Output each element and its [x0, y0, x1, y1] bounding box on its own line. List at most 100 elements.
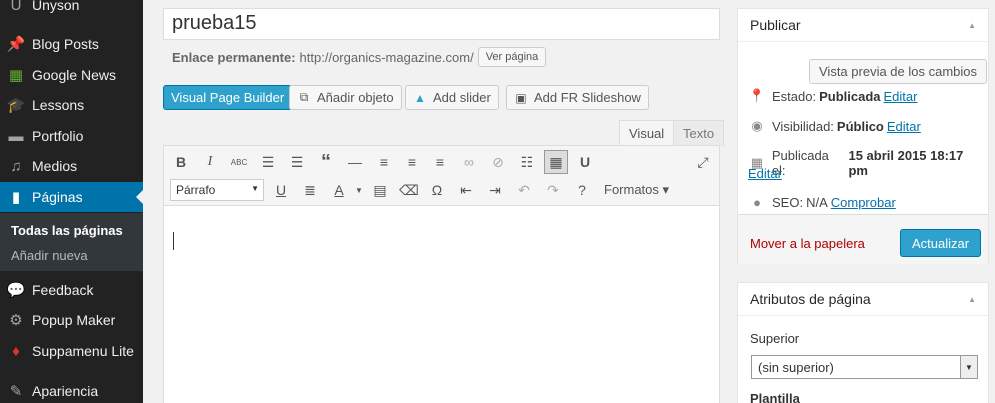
page-attributes-box: Atributos de página ▲ Superior (sin supe…: [737, 282, 989, 403]
menu-label: Apariencia: [32, 383, 99, 399]
format-select-value: Párrafo: [176, 183, 216, 197]
underline-icon[interactable]: U: [269, 178, 293, 202]
menu-item-feedback[interactable]: 💬 Feedback: [0, 275, 143, 305]
slideshow-icon: ▣: [515, 90, 527, 105]
status-label: Estado:: [772, 88, 817, 104]
chevron-down-icon: ▼: [251, 184, 259, 193]
unyson-shortcode-icon[interactable]: U: [573, 150, 597, 174]
fullscreen-icon[interactable]: ⤢: [691, 150, 715, 174]
edit-date-link[interactable]: Editar: [748, 166, 782, 181]
seo-label: SEO:: [772, 195, 804, 210]
menu-item-medios[interactable]: ♫ Medios: [0, 151, 143, 181]
visibility-label: Visibilidad:: [772, 118, 834, 134]
align-left-icon[interactable]: ≡: [372, 150, 396, 174]
tab-visual[interactable]: Visual: [619, 120, 675, 146]
menu-label: Unyson: [32, 0, 80, 13]
add-slider-button[interactable]: ▲ Add slider: [405, 85, 499, 110]
eye-icon: ◉: [751, 118, 763, 133]
collapse-arrow-icon[interactable]: ▲: [968, 21, 976, 30]
strikethrough-icon[interactable]: ABC: [227, 150, 251, 174]
parent-select-value: (sin superior): [758, 360, 834, 375]
popup-icon: ⚙: [9, 312, 23, 329]
template-label: Plantilla: [750, 391, 800, 403]
unlink-icon[interactable]: ⊘: [486, 150, 510, 174]
comment-icon: 💬: [6, 282, 26, 299]
menu-label: Popup Maker: [32, 312, 116, 328]
menu-item-lessons[interactable]: 🎓 Lessons: [0, 90, 143, 120]
read-more-icon[interactable]: ☷: [515, 150, 539, 174]
page-attributes-header[interactable]: Atributos de página ▲: [738, 283, 988, 316]
numbered-list-icon[interactable]: ☰: [285, 150, 309, 174]
toolbar-toggle-icon[interactable]: ▦: [544, 150, 568, 174]
seo-check-link[interactable]: Comprobar: [831, 195, 896, 210]
update-button[interactable]: Actualizar: [900, 229, 982, 257]
menu-item-popup-maker[interactable]: ⚙ Popup Maker: [0, 305, 143, 335]
help-icon[interactable]: ?: [570, 178, 594, 202]
add-fr-slideshow-button[interactable]: ▣ Add FR Slideshow: [506, 85, 649, 110]
publish-box-header[interactable]: Publicar ▲: [738, 9, 988, 42]
parent-label: Superior: [750, 331, 800, 346]
publish-title: Publicar: [750, 17, 801, 33]
menu-item-portfolio[interactable]: ▬ Portfolio: [0, 121, 143, 151]
published-label: Publicada el:: [771, 148, 829, 178]
submenu-add-new[interactable]: Añadir nueva: [11, 248, 88, 263]
permalink-label: Enlace permanente:: [172, 49, 296, 65]
view-page-button[interactable]: Ver página: [477, 47, 547, 67]
published-date-row: ▦ Publicada el: 15 abril 2015 18:17 pm: [748, 148, 988, 178]
italic-icon[interactable]: I: [198, 150, 222, 174]
add-object-button[interactable]: ⧉ Añadir objeto: [289, 85, 402, 110]
indent-icon[interactable]: ⇥: [483, 178, 507, 202]
menu-item-paginas[interactable]: ▮ Páginas: [0, 182, 143, 212]
seo-value: N/A: [806, 195, 828, 210]
bullet-list-icon[interactable]: ☰: [256, 150, 280, 174]
menu-label: Medios: [32, 158, 78, 174]
horizontal-line-icon[interactable]: —: [343, 150, 367, 174]
preview-changes-button[interactable]: Vista previa de los cambios: [809, 59, 988, 84]
permalink-row: Enlace permanente: http://organics-magaz…: [172, 47, 547, 67]
align-right-icon[interactable]: ≡: [428, 150, 452, 174]
chevron-down-icon: ▼: [960, 356, 977, 378]
justify-icon[interactable]: ≣: [298, 178, 322, 202]
menu-item-google-news[interactable]: ▦ Google News: [0, 60, 143, 90]
published-edit-row: Editar: [748, 166, 782, 181]
tab-text[interactable]: Texto: [673, 120, 725, 146]
menu-label: Páginas: [32, 189, 83, 205]
format-select[interactable]: Párrafo ▼: [170, 179, 264, 201]
pin-icon: 📍: [748, 88, 766, 103]
outdent-icon[interactable]: ⇤: [454, 178, 478, 202]
add-fr-slideshow-label: Add FR Slideshow: [534, 90, 641, 105]
status-value: Publicada: [819, 88, 881, 104]
menu-label: Portfolio: [32, 128, 84, 144]
menu-label: Feedback: [32, 282, 94, 298]
brush-icon: ✎: [9, 383, 23, 400]
menu-item-suppamenu[interactable]: ♦ Suppamenu Lite: [0, 336, 143, 366]
bold-icon[interactable]: B: [169, 150, 193, 174]
publish-box: Publicar ▲ Vista previa de los cambios 📍…: [737, 8, 989, 264]
undo-icon[interactable]: ↶: [512, 178, 536, 202]
permalink-url[interactable]: http://organics-magazine.com/: [300, 50, 474, 65]
publish-actions: Mover a la papelera Actualizar: [738, 214, 988, 264]
clear-formatting-icon[interactable]: ⌫: [397, 178, 421, 202]
parent-select[interactable]: (sin superior) ▼: [751, 355, 978, 379]
align-center-icon[interactable]: ≡: [400, 150, 424, 174]
graduation-cap-icon: 🎓: [6, 97, 26, 114]
edit-status-link[interactable]: Editar: [884, 89, 918, 104]
special-character-icon[interactable]: Ω: [425, 178, 449, 202]
edit-visibility-link[interactable]: Editar: [887, 119, 921, 134]
submenu-all-pages[interactable]: Todas las páginas: [11, 223, 123, 238]
collapse-arrow-icon[interactable]: ▲: [968, 295, 976, 304]
link-icon[interactable]: ∞: [457, 150, 481, 174]
redo-icon[interactable]: ↷: [541, 178, 565, 202]
seo-row: ● SEO: N/A Comprobar: [748, 195, 896, 210]
menu-item-unyson[interactable]: U Unyson: [0, 0, 143, 20]
menu-item-blog-posts[interactable]: 📌 Blog Posts: [0, 29, 143, 59]
blockquote-icon[interactable]: “: [314, 150, 338, 174]
menu-label: Lessons: [32, 97, 85, 113]
formats-menu[interactable]: Formatos ▾: [604, 182, 669, 198]
media-icon: ♫: [10, 157, 22, 175]
page-title-input[interactable]: prueba15: [163, 8, 720, 40]
move-to-trash-link[interactable]: Mover a la papelera: [750, 236, 865, 251]
visual-page-builder-button[interactable]: Visual Page Builder: [163, 85, 293, 110]
menu-item-apariencia[interactable]: ✎ Apariencia: [0, 376, 143, 403]
paste-text-icon[interactable]: ▤: [368, 178, 392, 202]
